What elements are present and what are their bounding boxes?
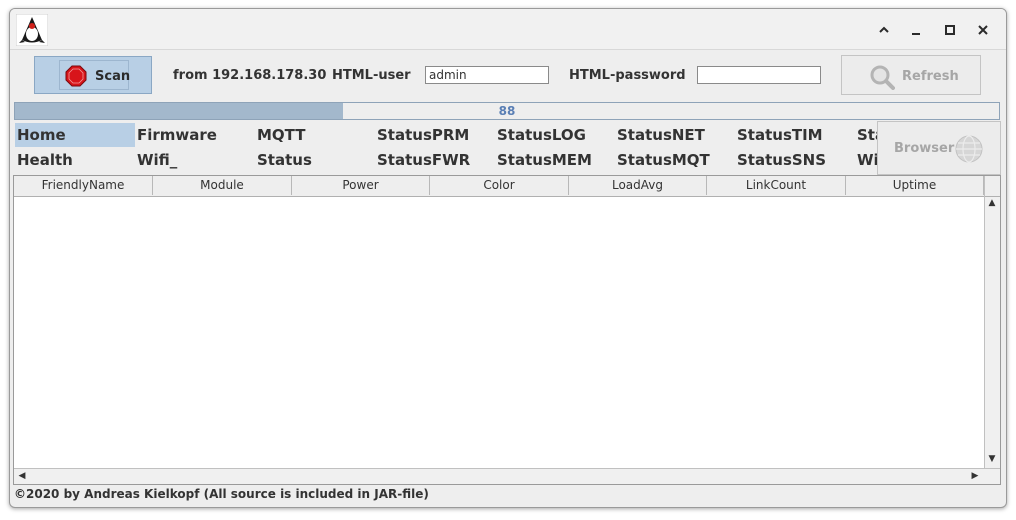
app-window: Scan from 192.168.178.30 HTML-user HTML-…	[9, 8, 1007, 508]
table-header: FriendlyName Module Power Color LoadAvg …	[14, 176, 984, 197]
progress-value: 88	[498, 104, 516, 118]
device-table: FriendlyName Module Power Color LoadAvg …	[13, 175, 1001, 485]
minimize-icon[interactable]	[906, 20, 926, 40]
command-health[interactable]: Health	[15, 148, 135, 172]
command-statusfwr[interactable]: StatusFWR	[375, 148, 495, 172]
html-password-field[interactable]	[697, 66, 821, 84]
refresh-label: Refresh	[902, 69, 959, 84]
column-header-friendlyname[interactable]: FriendlyName	[14, 176, 153, 195]
scroll-up-icon[interactable]: ▲	[985, 196, 999, 210]
refresh-button[interactable]: Refresh	[841, 55, 981, 95]
copyright-footer: ©2020 by Andreas Kielkopf (All source is…	[14, 487, 429, 501]
scan-progress-bar: 88	[14, 102, 1000, 120]
column-header-uptime[interactable]: Uptime	[846, 176, 984, 195]
stop-sign-icon	[65, 65, 87, 87]
vertical-scrollbar[interactable]: ▲ ▼	[984, 176, 1000, 468]
header-corner	[985, 176, 1000, 197]
maximize-icon[interactable]	[940, 20, 960, 40]
command-status[interactable]: Status	[255, 148, 375, 172]
command-statusmem[interactable]: StatusMEM	[495, 148, 615, 172]
command-home[interactable]: Home	[15, 123, 135, 147]
command-statusprm[interactable]: StatusPRM	[375, 123, 495, 147]
command-grid: Home Firmware MQTT StatusPRM StatusLOG S…	[15, 123, 877, 175]
scan-button[interactable]: Scan	[34, 56, 152, 94]
chevron-up-icon[interactable]	[874, 20, 894, 40]
column-header-linkcount[interactable]: LinkCount	[707, 176, 846, 195]
column-header-color[interactable]: Color	[430, 176, 569, 195]
horizontal-scrollbar[interactable]: ◀ ▶	[14, 468, 1000, 484]
scroll-right-icon[interactable]: ▶	[968, 469, 982, 483]
column-header-module[interactable]: Module	[153, 176, 292, 195]
command-statusmqt[interactable]: StatusMQT	[615, 148, 735, 172]
java-duke-icon	[16, 14, 48, 46]
scan-label: Scan	[95, 69, 131, 84]
command-statussns[interactable]: StatusSNS	[735, 148, 855, 172]
scroll-left-icon[interactable]: ◀	[15, 469, 29, 483]
html-user-label: HTML-user	[332, 68, 411, 83]
toolbar: Scan from 192.168.178.30 HTML-user HTML-…	[10, 50, 1006, 100]
html-password-label: HTML-password	[569, 68, 686, 83]
column-header-loadavg[interactable]: LoadAvg	[569, 176, 707, 195]
command-sta-partial[interactable]: Sta	[855, 123, 877, 147]
command-statusnet[interactable]: StatusNET	[615, 123, 735, 147]
command-firmware[interactable]: Firmware	[135, 123, 255, 147]
magnifier-icon	[870, 65, 895, 90]
browser-label: Browser	[894, 141, 955, 156]
scroll-down-icon[interactable]: ▼	[985, 452, 999, 466]
command-mqtt[interactable]: MQTT	[255, 123, 375, 147]
command-wifi[interactable]: Wifi_	[135, 148, 255, 172]
from-address-label: from 192.168.178.30	[173, 68, 327, 83]
command-statuslog[interactable]: StatusLOG	[495, 123, 615, 147]
column-header-power[interactable]: Power	[292, 176, 430, 195]
html-user-field[interactable]	[425, 66, 549, 84]
close-icon[interactable]	[973, 20, 993, 40]
browser-button[interactable]: Browser	[877, 121, 1001, 175]
globe-icon	[955, 135, 983, 163]
command-statustim[interactable]: StatusTIM	[735, 123, 855, 147]
title-bar	[10, 9, 1006, 50]
command-wi-partial[interactable]: Wi	[855, 148, 877, 172]
